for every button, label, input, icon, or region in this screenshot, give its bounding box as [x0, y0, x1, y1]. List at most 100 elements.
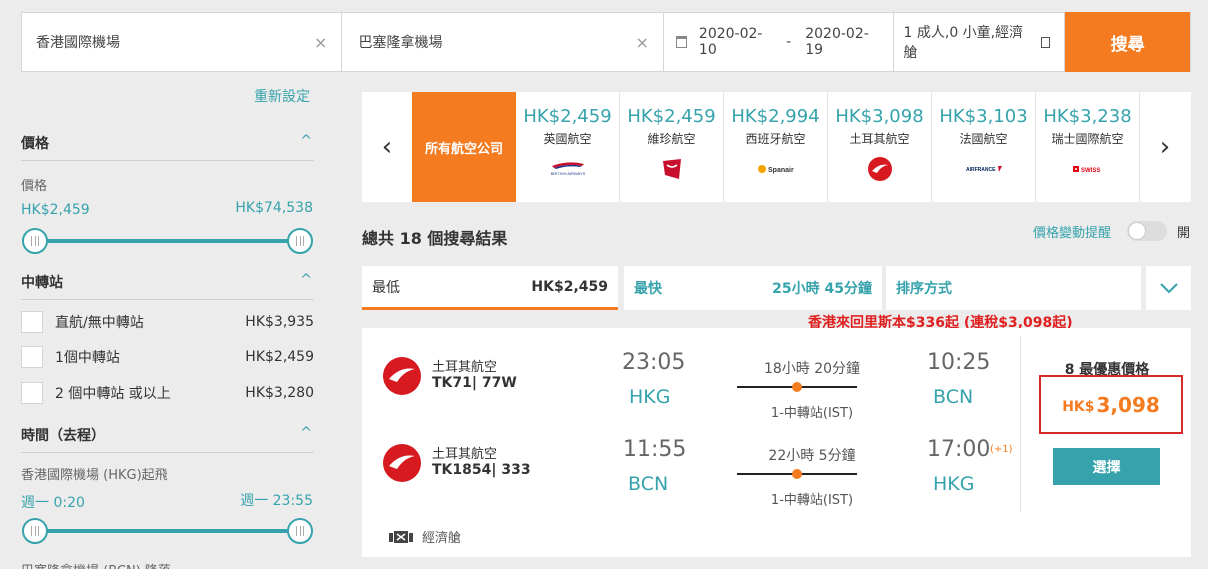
arrival-airport-label: 巴塞隆拿機場 (BCN) 降落 [21, 560, 171, 569]
search-button[interactable]: 搜尋 [1065, 12, 1190, 72]
results-count: 總共 18 個搜尋結果 [362, 229, 508, 248]
tab-fastest[interactable]: 最快 25小時 45分鐘 [624, 266, 882, 310]
price-amount: 3,098 [1096, 392, 1160, 417]
cabin-label: 經濟艙 [422, 531, 462, 546]
clear-destination-icon[interactable]: × [636, 33, 649, 52]
passenger-selector[interactable]: 1 成人,0 小童,經濟艙 [894, 13, 1066, 71]
date-to: 2020-02-19 [805, 26, 869, 58]
tab-cheapest[interactable]: 最低 HK$2,459 [362, 266, 618, 310]
stops-option[interactable]: 1個中轉站 HK$2,459 [21, 345, 314, 369]
price-filter-header[interactable]: 價格 ^ [21, 133, 314, 161]
flight-number: TK1854| 333 [432, 462, 531, 478]
date-separator: - [786, 34, 792, 50]
price-label: 價格 [21, 179, 48, 194]
tab-cheapest-value: HK$2,459 [531, 278, 608, 295]
airline-card-swiss[interactable]: HK$3,238 瑞士國際航空 SWISS [1036, 92, 1140, 202]
departure-time: 23:05 [622, 350, 686, 375]
origin-value: 香港國際機場 [36, 35, 120, 51]
price-max-handle[interactable] [287, 228, 313, 254]
destination-value: 巴塞隆拿機場 [358, 35, 443, 51]
reset-filters-link[interactable]: 重新設定 [254, 86, 310, 106]
origin-input[interactable]: 香港國際機場 × [22, 13, 343, 71]
airline-price: HK$3,238 [1043, 106, 1132, 127]
stops-option-price: HK$3,935 [245, 314, 314, 330]
arrival-time: 17:00 [927, 437, 991, 462]
chevron-up-icon[interactable]: ^ [300, 425, 312, 441]
time-max-value: 週一 23:55 [240, 493, 313, 509]
spanair-logo: Spanair [724, 157, 827, 181]
cabin-class: 經濟艙 [388, 527, 461, 546]
airline-card-air-france[interactable]: HK$3,103 法國航空 AIRFRANCE [932, 92, 1036, 202]
airline-card-virgin[interactable]: HK$2,459 維珍航空 [620, 92, 724, 202]
arrival-time: 10:25 [927, 350, 991, 375]
passenger-value: 1 成人,0 小童,經濟艙 [903, 25, 1024, 61]
airline-name: 維珍航空 [647, 132, 696, 146]
select-button[interactable]: 選擇 [1053, 448, 1160, 485]
airline-card-british-airways[interactable]: HK$2,459 英國航空 BRITISH AIRWAYS [516, 92, 620, 202]
price-currency: HK$ [1062, 398, 1095, 415]
time-filter-title: 時間（去程） [21, 428, 105, 444]
sort-dropdown-button[interactable] [1146, 266, 1191, 310]
airline-name: 土耳其航空 [432, 360, 498, 375]
airline-name: 法國航空 [959, 132, 1008, 146]
stop-info: 1-中轉站(IST) [770, 493, 854, 508]
stops-option[interactable]: 2 個中轉站 或以上 HK$3,280 [21, 381, 314, 405]
price-max-value: HK$74,538 [235, 200, 313, 216]
time-max-handle[interactable] [287, 518, 313, 544]
airline-price: HK$3,098 [835, 106, 924, 127]
chevron-up-icon[interactable]: ^ [300, 272, 312, 288]
price-filter-title: 價格 [21, 136, 49, 152]
checkbox[interactable] [21, 382, 43, 404]
route-line [737, 382, 857, 392]
stops-option-label: 直航/無中轉站 [55, 315, 144, 331]
stops-option[interactable]: 直航/無中轉站 HK$3,935 [21, 310, 314, 334]
checkbox[interactable] [21, 346, 43, 368]
airline-price: HK$2,459 [627, 106, 716, 127]
airline-name: 土耳其航空 [432, 447, 498, 462]
price-slider[interactable] [22, 228, 313, 254]
dropdown-icon [1041, 36, 1051, 48]
svg-text:AIRFRANCE: AIRFRANCE [966, 167, 996, 173]
time-filter-header[interactable]: 時間（去程） ^ [21, 425, 314, 453]
tab-fastest-label: 最快 [634, 281, 662, 297]
destination-input[interactable]: 巴塞隆拿機場 × [342, 13, 664, 71]
arrival-airport: BCN [933, 386, 974, 408]
chevron-left-icon[interactable]: ‹ [362, 92, 412, 202]
stops-filter-header[interactable]: 中轉站 ^ [21, 272, 314, 300]
tab-fastest-value: 25小時 45分鐘 [772, 281, 872, 297]
date-range-input[interactable]: 2020-02-10 - 2020-02-19 [664, 13, 894, 71]
inbound-leg: 土耳其航空 TK1854| 333 11:55 BCN 22小時 5分鐘 1-中… [382, 437, 1022, 513]
chevron-down-icon [1159, 283, 1178, 294]
outbound-leg: 土耳其航空 TK71| 77W 23:05 HKG 18小時 20分鐘 1-中轉… [382, 350, 1022, 426]
time-min-handle[interactable] [22, 518, 48, 544]
air-france-logo: AIRFRANCE [932, 157, 1035, 181]
clear-origin-icon[interactable]: × [314, 33, 327, 52]
price-alert-toggle[interactable] [1127, 221, 1167, 241]
tab-cheapest-label: 最低 [372, 279, 400, 296]
stops-option-label: 1個中轉站 [55, 350, 120, 366]
chevron-right-icon[interactable]: › [1140, 92, 1190, 202]
svg-text:Spanair: Spanair [768, 167, 794, 174]
calendar-icon [675, 36, 687, 48]
checkbox[interactable] [21, 311, 43, 333]
turkish-logo [828, 157, 931, 181]
time-slider[interactable] [22, 518, 313, 544]
svg-text:BRITISH AIRWAYS: BRITISH AIRWAYS [550, 171, 585, 176]
airline-price: HK$2,994 [731, 106, 820, 127]
flight-number: TK71| 77W [432, 375, 517, 391]
chevron-up-icon[interactable]: ^ [300, 133, 312, 149]
toggle-state-label: 開 [1177, 226, 1191, 241]
price-min-value: HK$2,459 [21, 202, 90, 218]
arrival-airport: HKG [933, 473, 975, 495]
route-line [737, 469, 857, 479]
airline-card-spanair[interactable]: HK$2,994 西班牙航空 Spanair [724, 92, 828, 202]
price-min-handle[interactable] [22, 228, 48, 254]
price-alert-label: 價格變動提醒 [1033, 226, 1112, 241]
all-airlines-tab[interactable]: 所有航空公司 [412, 92, 516, 202]
airline-card-turkish[interactable]: HK$3,098 土耳其航空 [828, 92, 932, 202]
turkish-airlines-logo [383, 357, 421, 395]
flight-duration: 22小時 5分鐘 [768, 448, 856, 464]
stops-option-label: 2 個中轉站 或以上 [55, 386, 171, 402]
next-day-indicator: (+1) [990, 444, 1013, 455]
tab-sort[interactable]: 排序方式 [886, 266, 1141, 310]
